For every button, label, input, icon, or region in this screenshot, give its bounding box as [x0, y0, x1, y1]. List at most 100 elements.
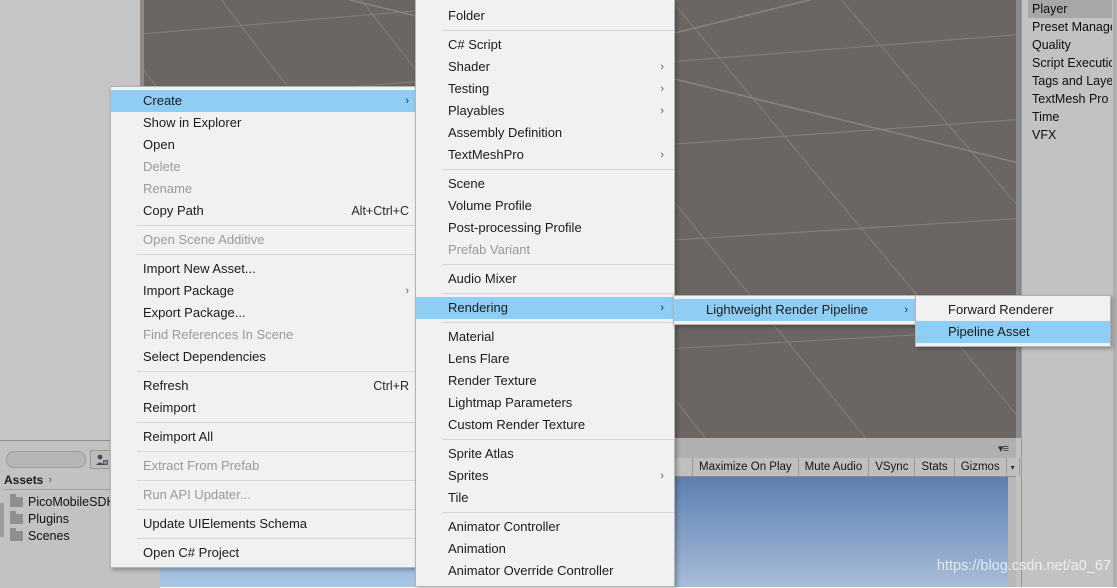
settings-item-script-execution[interactable]: Script Execution	[1028, 54, 1112, 72]
menu-item-rendering[interactable]: Rendering ›	[416, 297, 674, 319]
menu-item-testing[interactable]: Testing ›	[416, 78, 674, 100]
settings-item-player[interactable]: Player	[1028, 0, 1112, 18]
menu-item-custom-render-texture[interactable]: Custom Render Texture	[416, 414, 674, 436]
menu-item-rename: Rename	[111, 178, 419, 200]
menu-item-sprites[interactable]: Sprites ›	[416, 465, 674, 487]
list-item[interactable]: Scenes	[10, 527, 115, 544]
menu-item-volume-profile[interactable]: Volume Profile	[416, 195, 674, 217]
menu-item-label: Delete	[143, 159, 181, 174]
menu-item-reimport-all[interactable]: Reimport All	[111, 426, 419, 448]
menu-separator	[137, 538, 419, 539]
menu-separator	[442, 169, 674, 170]
menu-item-extract-from-prefab: Extract From Prefab	[111, 455, 419, 477]
settings-list-panel[interactable]: Player Preset Manager Quality Script Exe…	[1021, 0, 1117, 587]
unity-editor-window: Player Preset Manager Quality Script Exe…	[0, 0, 1117, 588]
menu-item-lens-flare[interactable]: Lens Flare	[416, 348, 674, 370]
menu-item-sprite-atlas[interactable]: Sprite Atlas	[416, 443, 674, 465]
project-filter-button[interactable]	[90, 450, 112, 469]
menu-separator	[137, 509, 419, 510]
breadcrumb-assets[interactable]: Assets	[4, 473, 43, 487]
stats-button[interactable]: Stats	[915, 458, 955, 476]
menu-item-label: Reimport	[143, 400, 196, 415]
rendering-submenu[interactable]: Lightweight Render Pipeline ›	[673, 295, 919, 325]
menu-item-animator-controller[interactable]: Animator Controller	[416, 516, 674, 538]
project-tree-scrollbar[interactable]	[0, 503, 4, 537]
menu-separator	[442, 322, 674, 323]
menu-item-update-uielements-schema[interactable]: Update UIElements Schema	[111, 513, 419, 535]
menu-separator	[137, 422, 419, 423]
menu-item-copy-path[interactable]: Copy Path Alt+Ctrl+C	[111, 200, 419, 222]
menu-item-scene[interactable]: Scene	[416, 173, 674, 195]
list-item[interactable]: PicoMobileSDK	[10, 493, 115, 510]
chevron-right-icon: ›	[660, 82, 664, 95]
menu-item-animator-override-controller[interactable]: Animator Override Controller	[416, 560, 674, 582]
menu-item-import-new-asset[interactable]: Import New Asset...	[111, 258, 419, 280]
create-submenu[interactable]: Folder C# Script Shader › Testing › Play…	[415, 0, 675, 587]
chevron-right-icon: ›	[660, 104, 664, 117]
menu-item-label: Update UIElements Schema	[143, 516, 308, 531]
settings-panel-scrollbar[interactable]	[1113, 0, 1117, 587]
menu-item-csharp-script[interactable]: C# Script	[416, 34, 674, 56]
settings-item-tags-and-layers[interactable]: Tags and Layers	[1028, 72, 1112, 90]
maximize-on-play-button[interactable]: Maximize On Play	[693, 458, 799, 476]
menu-item-delete: Delete	[111, 156, 419, 178]
folder-icon	[10, 527, 23, 541]
menu-item-reimport[interactable]: Reimport	[111, 397, 419, 419]
gizmos-dropdown-caret-icon[interactable]: ▾	[1007, 458, 1020, 476]
mute-audio-button[interactable]: Mute Audio	[799, 458, 870, 476]
menu-item-label: Reimport All	[143, 429, 214, 444]
menu-item-show-in-explorer[interactable]: Show in Explorer	[111, 112, 419, 134]
vsync-button[interactable]: VSync	[869, 458, 916, 476]
settings-item-time[interactable]: Time	[1028, 108, 1112, 126]
gizmos-button[interactable]: Gizmos	[955, 458, 1007, 476]
menu-item-label: Animator Override Controller	[448, 563, 614, 578]
menu-item-open-csharp-project[interactable]: Open C# Project	[111, 542, 419, 564]
menu-item-label: Render Texture	[448, 373, 537, 388]
menu-item-lightmap-parameters[interactable]: Lightmap Parameters	[416, 392, 674, 414]
menu-item-pipeline-asset[interactable]: Pipeline Asset	[916, 321, 1110, 343]
menu-separator	[137, 371, 419, 372]
assets-context-menu[interactable]: Create › Show in Explorer Open Delete Re…	[110, 86, 420, 568]
menu-item-post-processing-profile[interactable]: Post-processing Profile	[416, 217, 674, 239]
menu-separator	[137, 480, 419, 481]
menu-item-material[interactable]: Material	[416, 326, 674, 348]
menu-item-create[interactable]: Create ›	[111, 90, 419, 112]
menu-item-label: Material	[448, 329, 495, 344]
menu-item-textmeshpro[interactable]: TextMeshPro ›	[416, 144, 674, 166]
menu-item-label: Extract From Prefab	[143, 458, 260, 473]
settings-item-quality[interactable]: Quality	[1028, 36, 1112, 54]
menu-item-label: Audio Mixer	[448, 271, 517, 286]
menu-item-refresh[interactable]: Refresh Ctrl+R	[111, 375, 419, 397]
settings-items: Player Preset Manager Quality Script Exe…	[1028, 0, 1112, 144]
menu-item-forward-renderer[interactable]: Forward Renderer	[916, 299, 1110, 321]
settings-item-preset-manager[interactable]: Preset Manager	[1028, 18, 1112, 36]
menu-item-label: Shader	[448, 59, 490, 74]
menu-item-import-package[interactable]: Import Package ›	[111, 280, 419, 302]
watermark-text: https://blog.csdn.net/a0_67	[936, 558, 1111, 574]
menu-item-assembly-definition[interactable]: Assembly Definition	[416, 122, 674, 144]
menu-item-folder[interactable]: Folder	[416, 5, 674, 27]
menu-item-tile[interactable]: Tile	[416, 487, 674, 509]
menu-item-animation[interactable]: Animation	[416, 538, 674, 560]
lightweight-render-pipeline-submenu[interactable]: Forward Renderer Pipeline Asset	[915, 295, 1111, 347]
menu-item-lightweight-render-pipeline[interactable]: Lightweight Render Pipeline ›	[674, 299, 918, 321]
settings-item-textmesh-pro[interactable]: TextMesh Pro	[1028, 90, 1112, 108]
chevron-right-icon: ›	[660, 148, 664, 161]
menu-item-playables[interactable]: Playables ›	[416, 100, 674, 122]
menu-item-label: Assembly Definition	[448, 125, 563, 140]
project-search-input[interactable]	[6, 451, 86, 468]
menu-item-label: TextMeshPro	[448, 147, 524, 162]
chevron-right-icon: ›	[660, 469, 664, 482]
menu-item-label: Select Dependencies	[143, 349, 266, 364]
menu-item-render-texture[interactable]: Render Texture	[416, 370, 674, 392]
menu-item-label: Show in Explorer	[143, 115, 242, 130]
list-item[interactable]: Plugins	[10, 510, 115, 527]
menu-item-shader[interactable]: Shader ›	[416, 56, 674, 78]
settings-item-vfx[interactable]: VFX	[1028, 126, 1112, 144]
menu-item-open[interactable]: Open	[111, 134, 419, 156]
menu-item-select-dependencies[interactable]: Select Dependencies	[111, 346, 419, 368]
menu-item-export-package[interactable]: Export Package...	[111, 302, 419, 324]
menu-item-audio-mixer[interactable]: Audio Mixer	[416, 268, 674, 290]
menu-item-label: Sprite Atlas	[448, 446, 514, 461]
panel-options-icon[interactable]: ▾≡	[998, 442, 1009, 455]
